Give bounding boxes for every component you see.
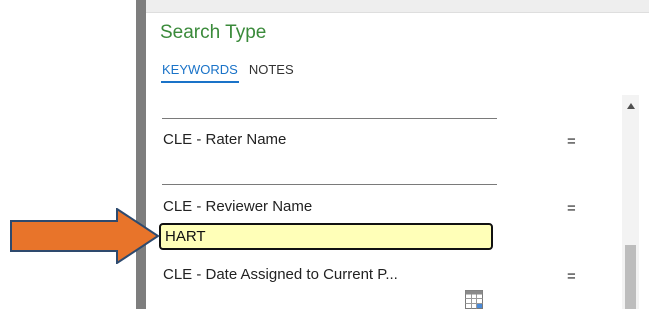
field-label-date-assigned: CLE - Date Assigned to Current P...: [163, 266, 398, 283]
tab-notes[interactable]: NOTES: [248, 62, 295, 83]
top-header-strip: [146, 0, 649, 13]
operator-date-assigned: =: [567, 268, 576, 285]
field-label-rater-name: CLE - Rater Name: [163, 131, 287, 148]
operator-reviewer-name: =: [567, 200, 576, 217]
search-type-title: Search Type: [160, 22, 267, 43]
search-type-tabs: KEYWORDS NOTES: [161, 62, 295, 83]
vertical-scrollbar[interactable]: [622, 95, 639, 309]
scroll-up-icon[interactable]: [622, 100, 639, 112]
field-divider-reviewer: [162, 184, 497, 185]
operator-rater-name: =: [567, 133, 576, 150]
tab-keywords[interactable]: KEYWORDS: [161, 62, 239, 83]
field-divider-rater: [162, 118, 497, 119]
search-panel: Search Type KEYWORDS NOTES CLE - Rater N…: [146, 13, 649, 309]
reviewer-name-input[interactable]: [159, 223, 493, 250]
calendar-icon[interactable]: [465, 289, 483, 309]
scrollbar-thumb[interactable]: [625, 245, 636, 309]
field-label-reviewer-name: CLE - Reviewer Name: [163, 198, 313, 215]
annotation-arrow-icon: [10, 208, 160, 264]
